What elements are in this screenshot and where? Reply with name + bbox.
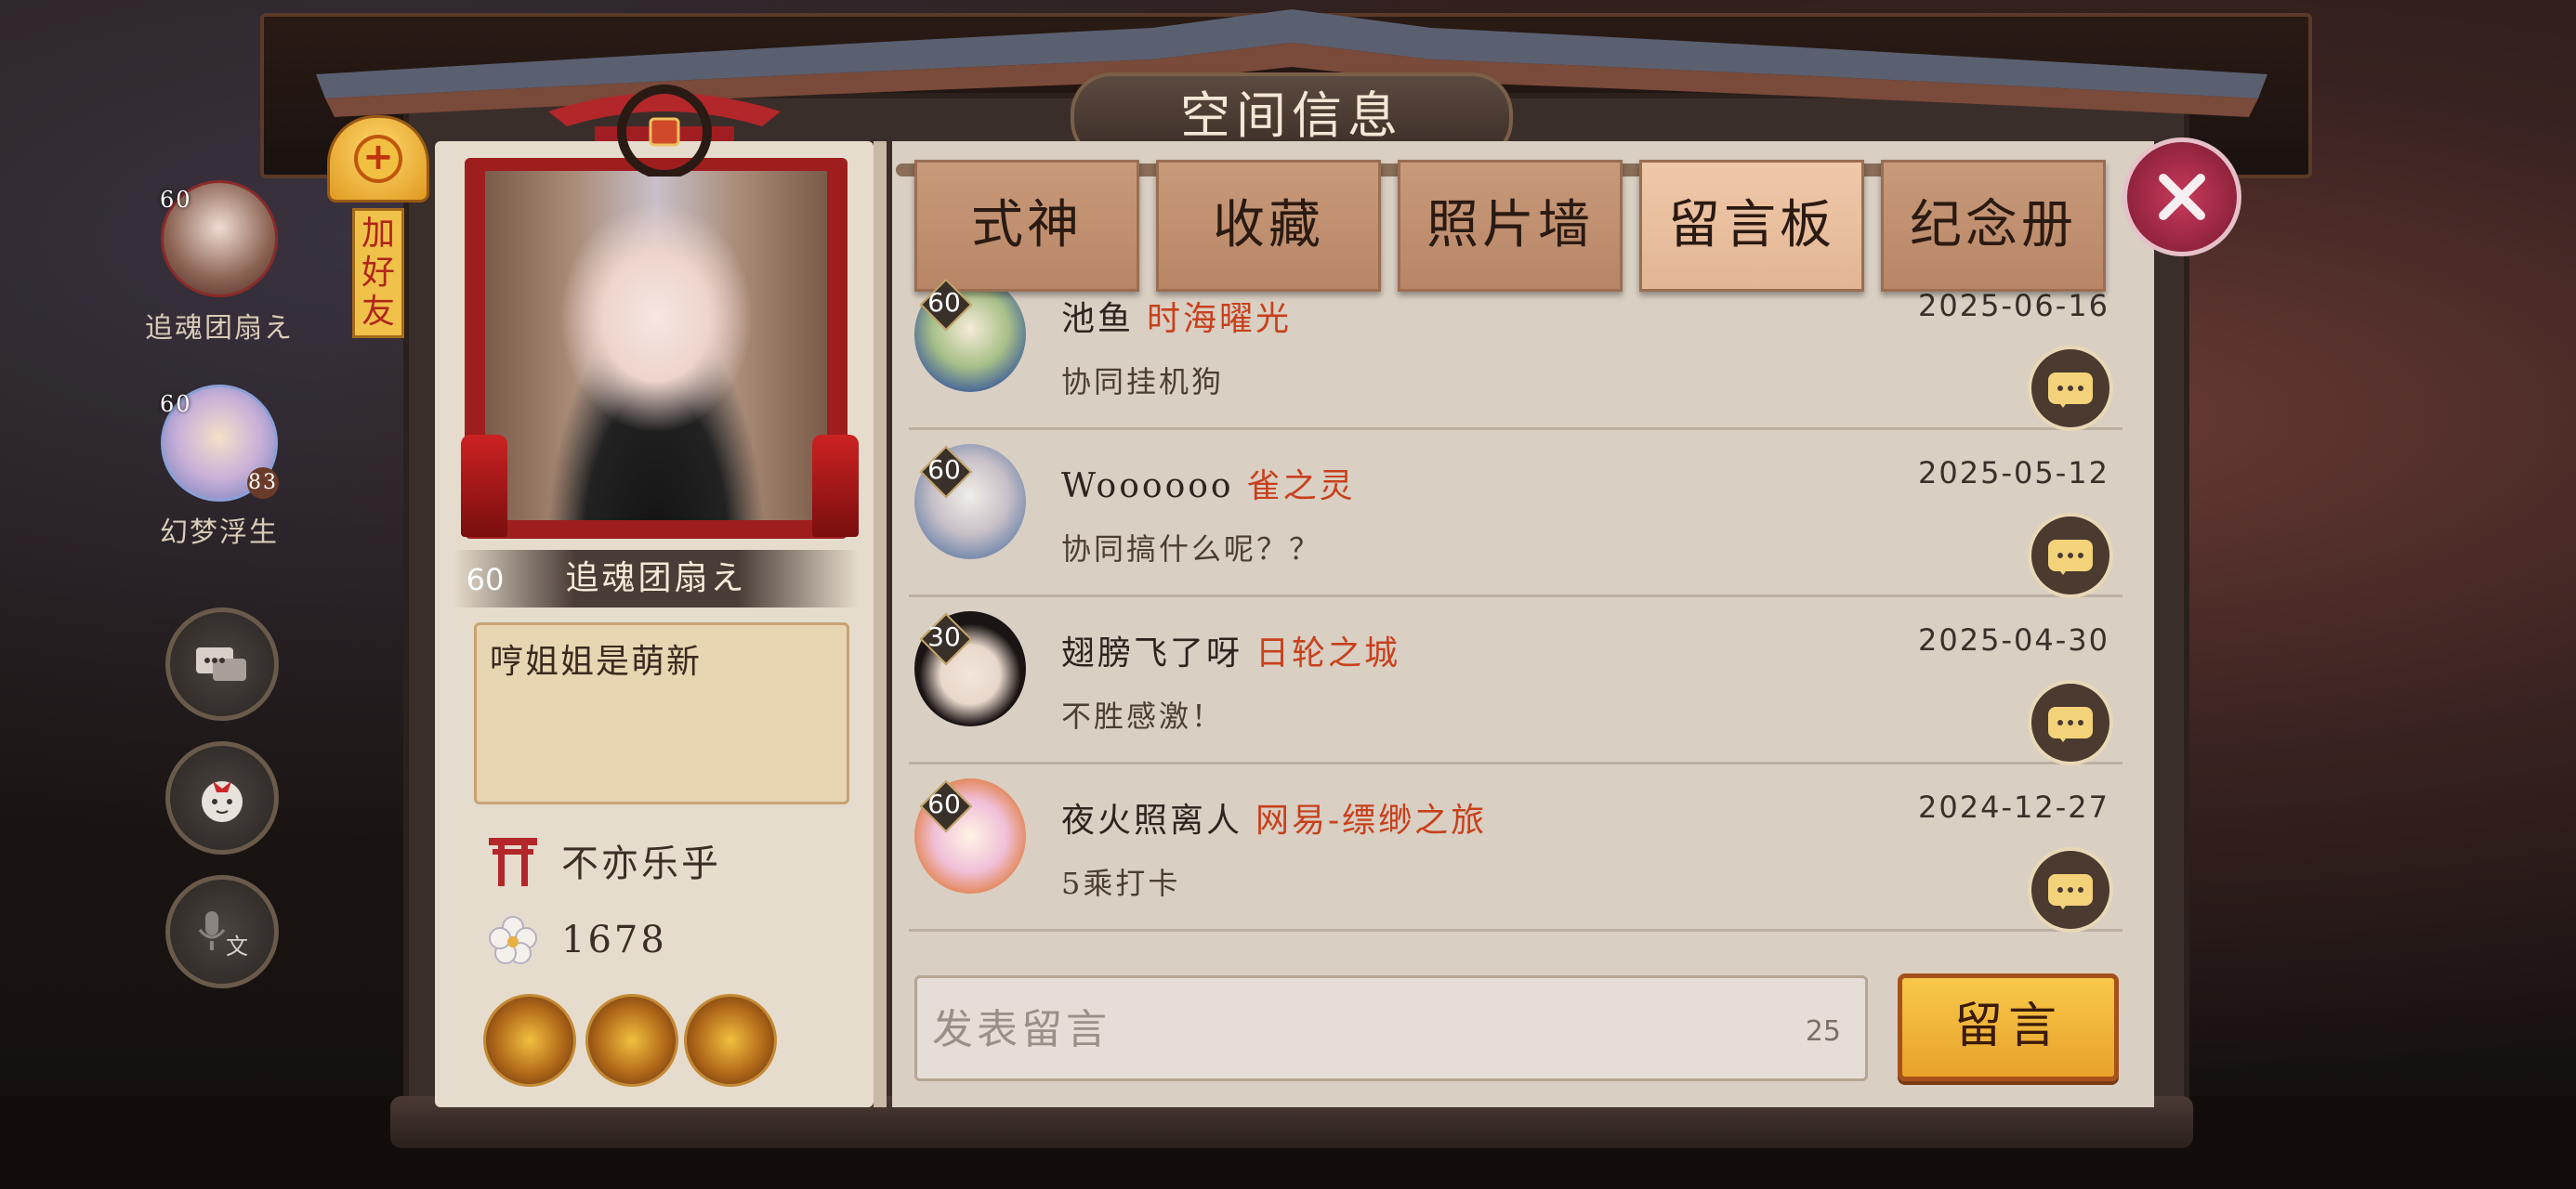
message-text: 不胜感激！ <box>1061 699 1225 734</box>
level-label: 60 <box>922 281 966 325</box>
right-tassel <box>812 435 859 537</box>
voice-to-text-icon: 文 <box>198 911 248 960</box>
add-friend-label: 加好友 <box>352 208 404 338</box>
char-count: 25 <box>1805 1015 1841 1048</box>
flower-row: 1678 <box>483 910 667 970</box>
message-author[interactable]: 池鱼 时海曜光 <box>1061 292 1292 340</box>
bell-icon: + <box>327 115 429 203</box>
author-name: 池鱼 <box>1061 300 1135 338</box>
message-date: 2025-06-16 <box>1918 288 2109 323</box>
profile-signature: 哼姐姐是萌新 <box>474 622 849 804</box>
add-friend-button[interactable]: + 加好友 <box>327 115 429 338</box>
author-name: 夜火照离人 <box>1061 802 1243 840</box>
profile-card-edge <box>874 141 887 1107</box>
profile-level: 60 <box>455 550 515 609</box>
speech-bubble-icon <box>2048 372 2093 408</box>
sun-medal-badge-icon[interactable] <box>684 994 777 1087</box>
tab-collection[interactable]: 收藏 <box>1156 160 1381 292</box>
chat-bubble-icon <box>196 647 246 681</box>
message-author[interactable]: 夜火照离人 网易-缥缈之旅 <box>1061 793 1487 842</box>
tab-memorial-album[interactable]: 纪念册 <box>1881 160 2106 292</box>
message-text: 协同搞什么呢？？ <box>1061 531 1322 567</box>
speech-bubble-icon <box>2048 540 2093 575</box>
crest-emblem-icon <box>548 85 781 176</box>
message-date: 2025-05-12 <box>1918 455 2109 490</box>
level-label: 60 <box>922 448 966 492</box>
left-tassel <box>461 435 507 537</box>
message-input[interactable] <box>917 978 1770 1080</box>
level-label: 60 <box>160 187 192 213</box>
golden-dragon-badge-icon[interactable] <box>483 994 576 1087</box>
tab-message-board[interactable]: 留言板 <box>1639 160 1864 292</box>
message-list[interactable]: 60 池鱼 时海曜光 2025-06-16 协同挂机狗 60 Woooooo 雀之灵… <box>909 260 2123 947</box>
close-button[interactable] <box>2123 137 2241 256</box>
reply-button[interactable] <box>2028 847 2113 933</box>
side-friend-2[interactable]: 60 83 幻梦浮生 <box>108 385 331 550</box>
emote-button[interactable] <box>165 741 279 855</box>
speech-bubble-icon <box>2048 874 2093 909</box>
close-icon <box>2159 174 2205 220</box>
server-name: 雀之灵 <box>1246 467 1356 505</box>
list-item: 60 Woooooo 雀之灵 2025-05-12 协同搞什么呢？？ <box>909 427 2123 598</box>
reply-button[interactable] <box>2028 680 2113 765</box>
guild-name: 不亦乐乎 <box>561 843 721 885</box>
message-author[interactable]: 翅膀飞了呀 日轮之城 <box>1061 626 1400 674</box>
level-badge: 83 <box>247 467 279 499</box>
message-text: 协同挂机狗 <box>1061 364 1225 399</box>
voice-button[interactable]: 文 <box>165 875 279 988</box>
message-author[interactable]: Woooooo 雀之灵 <box>1061 459 1356 507</box>
level-label: 30 <box>922 615 966 660</box>
doll-face-icon <box>202 781 243 822</box>
server-name: 网易-缥缈之旅 <box>1255 802 1488 840</box>
flower-count: 1678 <box>561 919 667 961</box>
side-friend-1[interactable]: 60 追魂团扇え <box>108 180 331 346</box>
torii-gate-icon <box>483 830 543 890</box>
chat-button[interactable] <box>165 608 279 721</box>
author-name: 翅膀飞了呀 <box>1061 634 1243 673</box>
level-label: 60 <box>160 391 192 417</box>
tab-photo-wall[interactable]: 照片墙 <box>1398 160 1623 292</box>
author-name: Woooooo <box>1061 467 1234 505</box>
svg-text:文: 文 <box>226 934 248 960</box>
server-name: 时海曜光 <box>1147 300 1293 338</box>
list-item: 60 夜火照离人 网易-缥缈之旅 2024-12-27 5乘打卡 <box>909 762 2123 933</box>
guild-row: 不亦乐乎 <box>483 830 721 890</box>
reply-button[interactable] <box>2028 346 2113 431</box>
tab-shikigami[interactable]: 式神 <box>914 160 1139 292</box>
message-text: 5乘打卡 <box>1061 866 1181 901</box>
level-label: 60 <box>922 782 966 827</box>
list-item: 30 翅膀飞了呀 日轮之城 2025-04-30 不胜感激！ <box>909 594 2123 765</box>
message-date: 2024-12-27 <box>1918 790 2109 825</box>
speech-bubble-icon <box>2048 707 2093 742</box>
avatar: 60 <box>160 180 278 297</box>
reply-button[interactable] <box>2028 513 2113 598</box>
flower-icon <box>483 910 543 970</box>
profile-photo[interactable] <box>485 171 827 520</box>
gold-dragon-badge-icon[interactable] <box>585 994 678 1087</box>
plus-icon: + <box>354 135 402 183</box>
avatar: 60 83 <box>160 385 279 502</box>
server-name: 日轮之城 <box>1255 634 1401 673</box>
message-input-box[interactable]: 25 <box>914 975 1868 1081</box>
message-date: 2025-04-30 <box>1918 622 2109 658</box>
send-message-button[interactable]: 留言 <box>1898 973 2119 1081</box>
side-friend-name: 幻梦浮生 <box>160 516 279 549</box>
side-friend-name: 追魂团扇え <box>145 312 294 345</box>
